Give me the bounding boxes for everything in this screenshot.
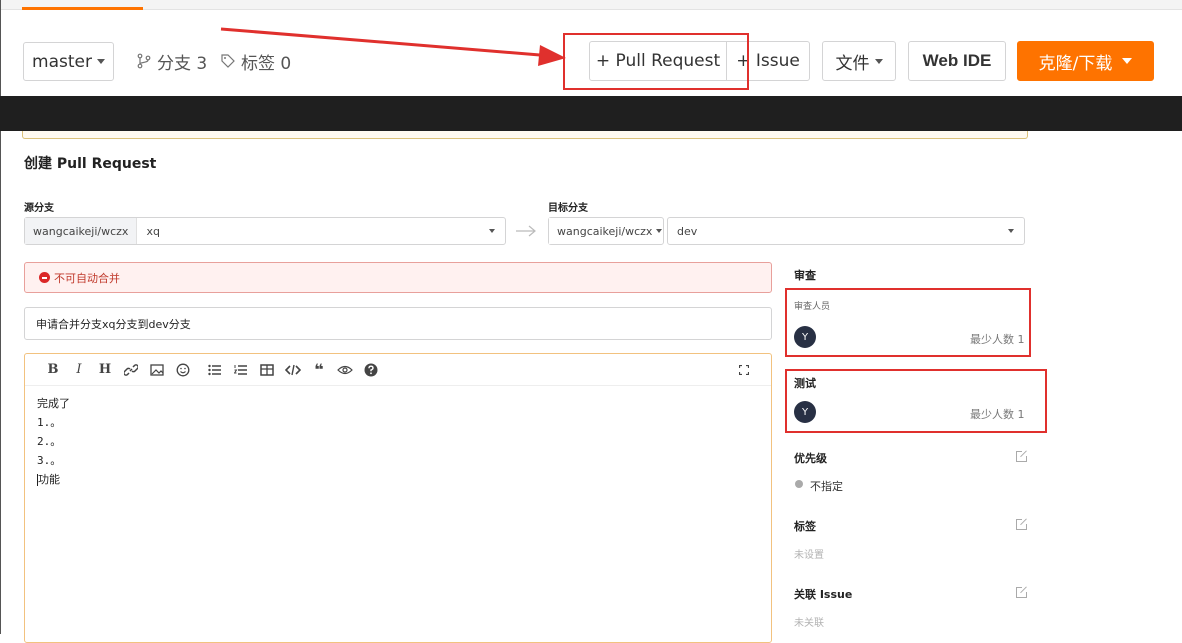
branch-selector[interactable]: master: [23, 42, 114, 81]
review-section-title: 审查: [794, 269, 816, 282]
minus-circle-icon: [39, 272, 50, 283]
source-owner: wangcaikeji/wczx: [25, 218, 138, 244]
active-tab-indicator: [22, 7, 143, 10]
editor-content[interactable]: 完成了 1.。 2.。 3.。功能: [37, 394, 70, 489]
table-icon[interactable]: [254, 363, 280, 376]
chevron-down-icon: [874, 58, 883, 64]
merge-error-alert: 不可自动合并: [24, 262, 772, 293]
link-icon[interactable]: [118, 363, 144, 377]
web-ide-label: Web IDE: [922, 51, 992, 70]
editor-line: 2.。: [37, 435, 62, 448]
tag-icon: [221, 54, 235, 68]
annotation-highlight-box: [785, 369, 1047, 433]
edit-icon[interactable]: [1015, 586, 1028, 599]
chevron-down-icon: [1122, 58, 1133, 64]
target-owner-select[interactable]: wangcaikeji/wczx: [548, 217, 664, 245]
notice-box-edge: [22, 131, 1028, 139]
edit-icon[interactable]: [1015, 450, 1028, 463]
file-menu-label: 文件: [835, 53, 870, 74]
editor-toolbar: B I H ❝: [25, 354, 771, 386]
target-branch-select[interactable]: dev: [667, 217, 1025, 245]
labels-value: 未设置: [794, 550, 824, 561]
chevron-down-icon: [1008, 229, 1014, 233]
chevron-down-icon: [656, 229, 663, 233]
pr-title-value: 申请合并分支xq分支到dev分支: [36, 317, 191, 331]
target-branch-label: 目标分支: [548, 203, 588, 214]
source-branch-name: xq: [146, 224, 160, 238]
clone-download-label: 克隆/下载: [1038, 53, 1113, 74]
annotation-highlight-box: [785, 288, 1031, 357]
target-owner: wangcaikeji/wczx: [549, 218, 657, 244]
issue-section-title: 关联 Issue: [794, 588, 853, 601]
tags-count: 标签 0: [241, 53, 292, 74]
source-branch-select[interactable]: wangcaikeji/wczx xq: [24, 217, 506, 245]
code-icon[interactable]: [280, 364, 306, 376]
edit-icon[interactable]: [1015, 518, 1028, 531]
editor-line: 3.。: [37, 454, 62, 467]
annotation-highlight-box: [563, 33, 749, 90]
priority-dot-icon: [795, 480, 803, 488]
chevron-down-icon: [489, 229, 495, 233]
emoji-icon[interactable]: [170, 363, 196, 377]
editor-line-with-cursor: 功能: [37, 470, 70, 489]
merge-error-text: 不可自动合并: [54, 271, 120, 285]
arrow-right-icon: [516, 225, 536, 237]
pr-title-input[interactable]: 申请合并分支xq分支到dev分支: [24, 307, 772, 340]
branch-selector-label: master: [32, 51, 92, 72]
labels-section-title: 标签: [794, 520, 816, 533]
top-strip: [0, 0, 1182, 10]
quote-icon[interactable]: ❝: [306, 360, 332, 379]
heading-icon[interactable]: H: [92, 362, 118, 377]
editor-line: 完成了: [37, 397, 70, 410]
clone-download-button[interactable]: 克隆/下载: [1017, 41, 1154, 81]
priority-section-title: 优先级: [794, 452, 827, 465]
fullscreen-icon[interactable]: [731, 364, 757, 375]
ordered-list-icon[interactable]: [228, 364, 254, 376]
branches-link[interactable]: 分支 3: [136, 50, 208, 74]
issue-value: 未关联: [794, 618, 824, 629]
image-icon[interactable]: [144, 363, 170, 376]
unordered-list-icon[interactable]: [202, 364, 228, 376]
source-branch-label: 源分支: [24, 203, 54, 214]
editor-line: 1.。: [37, 416, 62, 429]
help-icon[interactable]: [358, 363, 384, 377]
preview-eye-icon[interactable]: [332, 364, 358, 376]
italic-icon[interactable]: I: [66, 362, 92, 377]
branches-count: 分支 3: [157, 53, 208, 74]
editor-line: 功能: [38, 473, 60, 486]
web-ide-button[interactable]: Web IDE: [908, 41, 1006, 81]
tags-link[interactable]: 标签 0: [220, 50, 292, 74]
priority-value[interactable]: 不指定: [810, 478, 843, 494]
page-title: 创建 Pull Request: [24, 156, 157, 172]
branch-icon: [137, 53, 151, 69]
description-editor[interactable]: B I H ❝ 完成了 1.。 2.。 3.。 功能: [24, 353, 772, 643]
bold-icon[interactable]: B: [40, 362, 66, 377]
chevron-down-icon: [96, 59, 105, 64]
file-menu-button[interactable]: 文件: [822, 41, 896, 81]
target-branch-name: dev: [677, 224, 698, 238]
dark-divider-band: [0, 96, 1182, 131]
